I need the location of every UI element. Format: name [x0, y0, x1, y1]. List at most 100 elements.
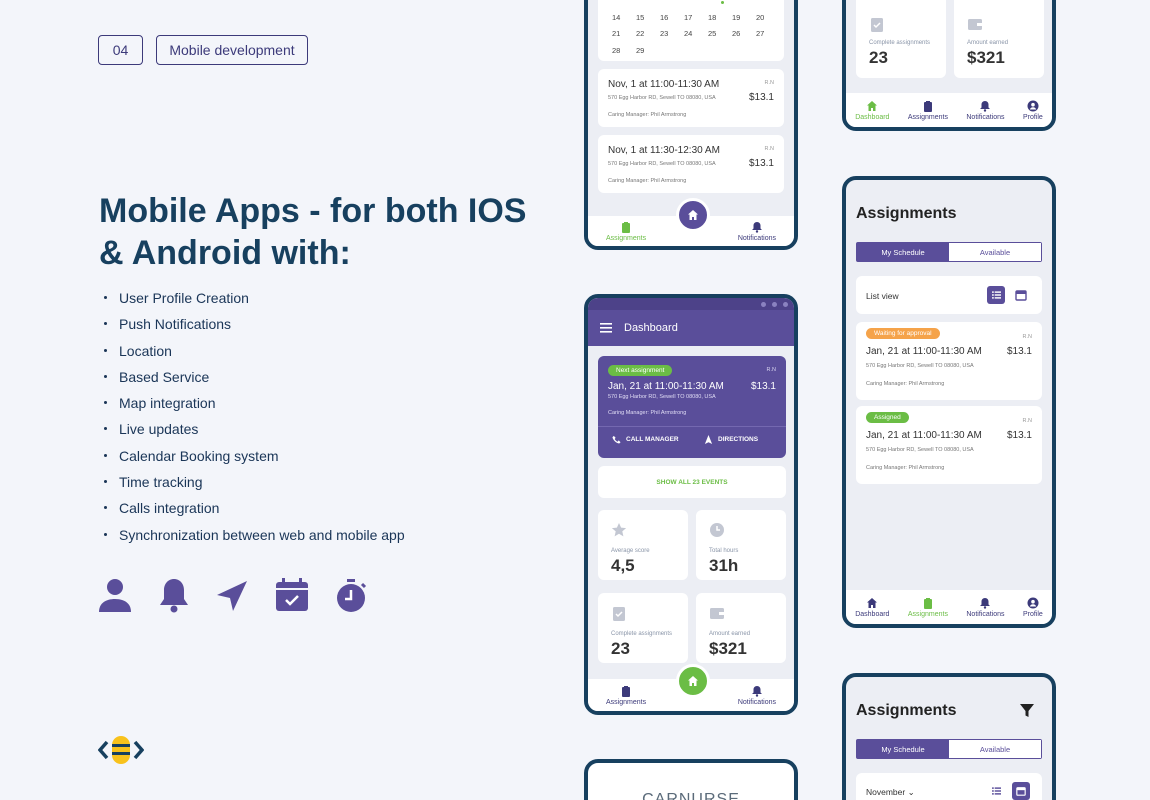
- tab-my-schedule[interactable]: My Schedule: [857, 243, 949, 261]
- screen-title: Assignments: [856, 702, 957, 719]
- assignment-card[interactable]: Nov, 1 at 11:00-11:30 AM 570 Egg Harbor …: [598, 69, 784, 127]
- feature-item: Location: [104, 342, 405, 368]
- call-manager-button[interactable]: CALL MANAGER: [612, 435, 679, 444]
- nav-assignments[interactable]: Assignments: [606, 685, 646, 706]
- calendar-day[interactable]: 29: [636, 46, 660, 55]
- chevron-down-icon: ⌄: [907, 787, 915, 797]
- calendar-day[interactable]: 20: [756, 13, 780, 22]
- calendar-day[interactable]: 26: [732, 29, 756, 38]
- assignment-role: R.N: [764, 146, 774, 152]
- assignment-manager: Caring Manager: Phil Armstrong: [608, 410, 687, 416]
- wallet-icon: [710, 608, 724, 619]
- home-icon: [688, 210, 698, 220]
- bottom-nav: Dashboard Assignments Notifications Prof…: [846, 93, 1052, 127]
- nav-notifications[interactable]: Notifications: [738, 685, 776, 706]
- calendar-icon: [1016, 787, 1026, 796]
- nav-assignments[interactable]: Assignments: [908, 100, 948, 121]
- assignment-price: $13.1: [1006, 346, 1032, 357]
- home-button[interactable]: [676, 198, 710, 232]
- calendar-week: 21 22 23 24 25 26 27: [612, 29, 780, 38]
- calendar-day[interactable]: 28: [612, 46, 636, 55]
- clock-icon: [710, 523, 724, 537]
- tab-my-schedule[interactable]: My Schedule: [857, 740, 949, 758]
- calendar-day[interactable]: 17: [684, 13, 708, 22]
- nav-notifications[interactable]: Notifications: [966, 597, 1005, 618]
- nav-notifications[interactable]: Notifications: [738, 221, 776, 242]
- nav-dashboard[interactable]: Dashboard: [855, 597, 889, 618]
- calendar-day[interactable]: 22: [636, 29, 660, 38]
- assignment-address: 570 Egg Harbor RD, Sewell TO 08080, USA: [608, 394, 716, 400]
- clipboard-icon: [622, 685, 631, 697]
- bell-icon: [751, 685, 762, 697]
- directions-button[interactable]: DIRECTIONS: [704, 435, 758, 444]
- stat-complete-assignments: Complete assignments 23: [856, 0, 946, 78]
- tab-available[interactable]: Available: [949, 740, 1041, 758]
- calendar-day[interactable]: 16: [660, 13, 684, 22]
- feature-item: User Profile Creation: [104, 289, 405, 315]
- presentation-slide: 04 Mobile development Mobile Apps - for …: [0, 0, 1150, 800]
- nav-profile[interactable]: Profile: [1023, 597, 1043, 618]
- stat-amount-earned: Amount earned $321: [954, 0, 1044, 78]
- headline: Mobile Apps - for both IOS & Android wit…: [99, 192, 527, 272]
- calendar-icon[interactable]: [1015, 289, 1027, 301]
- calendar-day[interactable]: 14: [612, 13, 636, 22]
- next-assignment-card[interactable]: Next assignment R.N Jan, 21 at 11:00-11:…: [598, 356, 786, 458]
- calendar-day[interactable]: 23: [660, 29, 684, 38]
- list-view-button[interactable]: [987, 286, 1005, 304]
- calendar-day[interactable]: 18: [708, 13, 732, 22]
- feature-item: Calls integration: [104, 499, 405, 525]
- assignment-card[interactable]: Assigned R.N Jan, 21 at 11:00-11:30 AM $…: [856, 406, 1042, 484]
- home-icon: [688, 676, 698, 686]
- feature-item: Map integration: [104, 394, 405, 420]
- bell-icon: [980, 100, 991, 112]
- status-badge: Assigned: [866, 412, 909, 423]
- assignment-role: R.N: [1022, 334, 1032, 340]
- assignment-date: Jan, 21 at 11:00-11:30 AM: [866, 430, 982, 441]
- assignment-card[interactable]: Waiting for approval R.N Jan, 21 at 11:0…: [856, 322, 1042, 400]
- bell-icon: [751, 221, 762, 233]
- app-header: Dashboard: [588, 310, 794, 346]
- month-bar: November ⌄: [856, 773, 1042, 800]
- menu-icon[interactable]: [600, 323, 612, 333]
- nav-assignments[interactable]: Assignments: [908, 597, 948, 618]
- show-all-events-button[interactable]: SHOW ALL 23 EVENTS: [598, 466, 786, 498]
- next-assignment-badge: Next assignment: [608, 365, 673, 376]
- phone-assignments-screen: Assignments My Schedule Available List v…: [842, 176, 1056, 628]
- calendar-check-icon: [276, 578, 308, 611]
- list-view-label: List view: [866, 291, 899, 301]
- calendar-day[interactable]: 19: [732, 13, 756, 22]
- nav-profile[interactable]: Profile: [1023, 100, 1043, 121]
- feature-item: Push Notifications: [104, 315, 405, 341]
- calendar-day[interactable]: 24: [684, 29, 708, 38]
- calendar-day[interactable]: 21: [612, 29, 636, 38]
- calendar-week: 28 29: [612, 46, 660, 55]
- list-icon[interactable]: [992, 787, 1001, 795]
- phone-dashboard-screen: Dashboard Next assignment R.N Jan, 21 at…: [584, 294, 798, 715]
- nav-notifications[interactable]: Notifications: [966, 100, 1005, 121]
- stat-total-hours: Total hours 31h: [696, 510, 786, 580]
- nav-assignments[interactable]: Assignments: [606, 221, 646, 242]
- assignment-date: Jan, 21 at 11:00-11:30 AM: [866, 346, 982, 357]
- calendar-day[interactable]: 27: [756, 29, 780, 38]
- nav-dashboard[interactable]: Dashboard: [855, 100, 889, 121]
- feature-list: User Profile Creation Push Notifications…: [104, 289, 405, 552]
- calendar-widget: 14 15 16 17 18 19 20 21 22 23 24 25 26 27 28 29: [598, 0, 784, 61]
- home-icon: [867, 100, 878, 111]
- home-button[interactable]: [676, 664, 710, 698]
- event-dot: [721, 1, 724, 4]
- feature-item: Live updates: [104, 420, 405, 446]
- clipboard-icon: [923, 597, 932, 609]
- calendar-day[interactable]: 25: [708, 29, 732, 38]
- feature-item: Time tracking: [104, 473, 405, 499]
- stat-amount-earned: Amount earned $321: [696, 593, 786, 663]
- assignment-card[interactable]: Nov, 1 at 11:30-12:30 AM 570 Egg Harbor …: [598, 135, 784, 193]
- company-logo: [98, 736, 144, 764]
- navigation-icon: [217, 581, 247, 611]
- assignment-address: 570 Egg Harbor RD, Sewell TO 08080, USA: [608, 161, 716, 167]
- stat-average-score: Average score 4,5: [598, 510, 688, 580]
- calendar-day[interactable]: 15: [636, 13, 660, 22]
- tab-available[interactable]: Available: [949, 243, 1041, 261]
- month-selector[interactable]: November ⌄: [866, 787, 915, 798]
- calendar-view-button[interactable]: [1012, 782, 1030, 800]
- filter-icon[interactable]: [1020, 704, 1034, 718]
